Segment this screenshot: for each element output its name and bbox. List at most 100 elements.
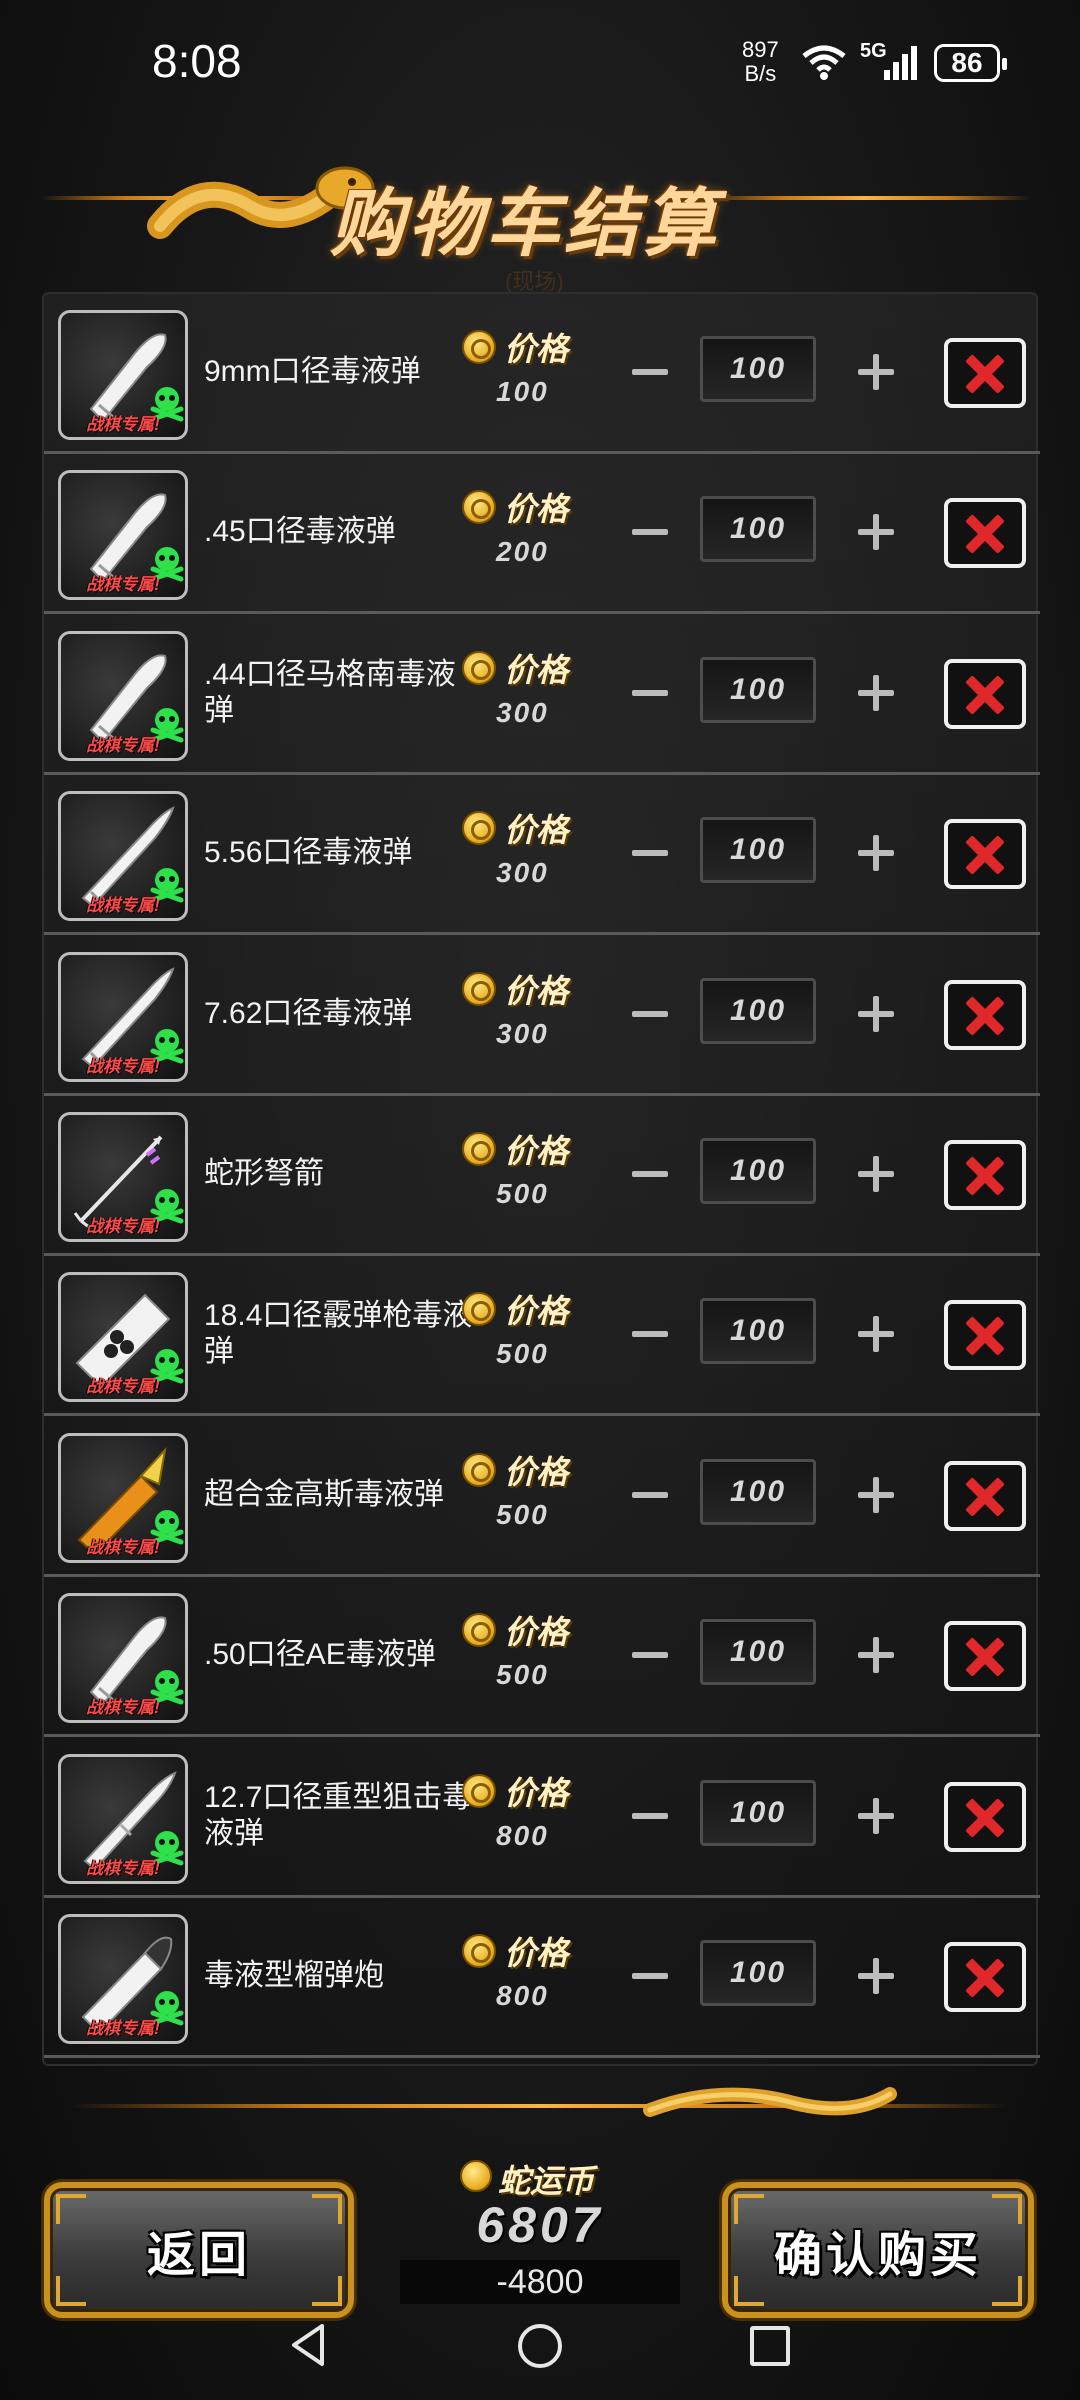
item-name: 超合金高斯毒液弹 [204, 1478, 444, 1511]
coin-icon [462, 811, 496, 845]
cart-row: 战棋专属! 18.4口径霰弹枪毒液弹 价格 500 100 [44, 1256, 1040, 1416]
increase-quantity-button[interactable] [852, 1150, 900, 1198]
exclusive-tag: 战棋专属! [86, 1377, 160, 1396]
cart-row: 战棋专属! .50口径AE毒液弹 价格 500 100 [44, 1577, 1040, 1737]
decrease-quantity-button[interactable] [626, 829, 674, 877]
decrease-quantity-button[interactable] [626, 1792, 674, 1840]
remove-item-button[interactable] [944, 1461, 1026, 1531]
decrease-quantity-button[interactable] [626, 348, 674, 396]
item-thumbnail: 战棋专属! [58, 1433, 188, 1563]
price-label: 价格 [504, 1293, 569, 1329]
cart-row: 战棋专属! 5.56口径毒液弹 价格 300 100 [44, 775, 1040, 935]
nav-recents-icon[interactable] [750, 2326, 790, 2366]
remove-item-button[interactable] [944, 1942, 1026, 2012]
decrease-quantity-button[interactable] [626, 508, 674, 556]
decrease-quantity-button[interactable] [626, 1631, 674, 1679]
remove-item-button[interactable] [944, 1300, 1026, 1370]
quantity-input[interactable]: 100 [700, 978, 816, 1044]
cart-row: 战棋专属! 蛇形弩箭 价格 500 100 [44, 1096, 1040, 1256]
item-name: .50口径AE毒液弹 [204, 1638, 436, 1671]
price-value: 500 [496, 1178, 549, 1209]
price-label: 价格 [504, 1614, 569, 1650]
network-speed-value: 897 [742, 37, 779, 62]
price-label: 价格 [504, 1454, 569, 1490]
nav-back-icon[interactable] [288, 2322, 328, 2368]
increase-quantity-button[interactable] [852, 829, 900, 877]
coin-icon [462, 1453, 496, 1487]
increase-quantity-button[interactable] [852, 1952, 900, 2000]
item-thumbnail: 战棋专属! [58, 1593, 188, 1723]
coin-icon [462, 1292, 496, 1326]
item-name: 18.4口径霰弹枪毒液弹 [204, 1299, 473, 1368]
network-speed: 897 B/s [742, 38, 779, 86]
quantity-input[interactable]: 100 [700, 1619, 816, 1685]
decrease-quantity-button[interactable] [626, 1310, 674, 1358]
price-label: 价格 [504, 1133, 569, 1169]
quantity-input[interactable]: 100 [700, 1459, 816, 1525]
item-name: 毒液型榴弹炮 [204, 1959, 384, 1992]
price-label: 价格 [504, 1935, 569, 1971]
increase-quantity-button[interactable] [852, 1471, 900, 1519]
item-thumbnail: 战棋专属! [58, 470, 188, 600]
coin-icon [462, 651, 496, 685]
exclusive-tag: 战棋专属! [86, 2019, 160, 2038]
price-block: 价格 500 [462, 1126, 592, 1226]
quantity-input[interactable]: 100 [700, 1780, 816, 1846]
price-block: 价格 500 [462, 1447, 592, 1547]
quantity-input[interactable]: 100 [700, 657, 816, 723]
decrease-quantity-button[interactable] [626, 1471, 674, 1519]
nav-home-icon[interactable] [518, 2324, 562, 2368]
item-thumbnail: 战棋专属! [58, 631, 188, 761]
item-thumbnail: 战棋专属! [58, 1112, 188, 1242]
corner-ornament-icon [734, 2194, 764, 2224]
decrease-quantity-button[interactable] [626, 669, 674, 717]
price-block: 价格 300 [462, 805, 592, 905]
remove-item-button[interactable] [944, 659, 1026, 729]
coin-icon [462, 490, 496, 524]
decrease-quantity-button[interactable] [626, 1952, 674, 2000]
cart-list: 战棋专属! 9mm口径毒液弹 价格 100 100 战棋专属! .45口径毒液弹… [42, 292, 1040, 2066]
remove-item-button[interactable] [944, 980, 1026, 1050]
item-name: 7.62口径毒液弹 [204, 997, 413, 1030]
increase-quantity-button[interactable] [852, 669, 900, 717]
price-value: 100 [496, 376, 549, 407]
remove-item-button[interactable] [944, 338, 1026, 408]
exclusive-tag: 战棋专属! [86, 736, 160, 755]
corner-ornament-icon [312, 2194, 342, 2224]
decrease-quantity-button[interactable] [626, 1150, 674, 1198]
quantity-input[interactable]: 100 [700, 1940, 816, 2006]
price-block: 价格 300 [462, 645, 592, 745]
header: 购物车结算 (现场) [0, 130, 1080, 300]
price-value: 500 [496, 1659, 549, 1690]
increase-quantity-button[interactable] [852, 348, 900, 396]
item-thumbnail: 战棋专属! [58, 310, 188, 440]
price-value: 500 [496, 1499, 549, 1530]
network-speed-unit: B/s [744, 61, 777, 86]
quantity-input[interactable]: 100 [700, 496, 816, 562]
increase-quantity-button[interactable] [852, 508, 900, 556]
increase-quantity-button[interactable] [852, 990, 900, 1038]
quantity-input[interactable]: 100 [700, 817, 816, 883]
increase-quantity-button[interactable] [852, 1310, 900, 1358]
price-block: 价格 500 [462, 1607, 592, 1707]
back-button-label: 返回 [146, 2229, 251, 2282]
confirm-purchase-button[interactable]: 确认购买 [722, 2182, 1034, 2318]
quantity-input[interactable]: 100 [700, 336, 816, 402]
price-label: 价格 [504, 973, 569, 1009]
price-label: 价格 [504, 331, 569, 367]
remove-item-button[interactable] [944, 1140, 1026, 1210]
status-time: 8:08 [152, 35, 242, 87]
remove-item-button[interactable] [944, 1782, 1026, 1852]
quantity-input[interactable]: 100 [700, 1138, 816, 1204]
back-button[interactable]: 返回 [44, 2182, 354, 2318]
item-thumbnail: 战棋专属! [58, 952, 188, 1082]
increase-quantity-button[interactable] [852, 1631, 900, 1679]
remove-item-button[interactable] [944, 498, 1026, 568]
quantity-input[interactable]: 100 [700, 1298, 816, 1364]
decrease-quantity-button[interactable] [626, 990, 674, 1038]
remove-item-button[interactable] [944, 819, 1026, 889]
increase-quantity-button[interactable] [852, 1792, 900, 1840]
price-value: 300 [496, 697, 549, 728]
remove-item-button[interactable] [944, 1621, 1026, 1691]
coin-icon [462, 1132, 496, 1166]
